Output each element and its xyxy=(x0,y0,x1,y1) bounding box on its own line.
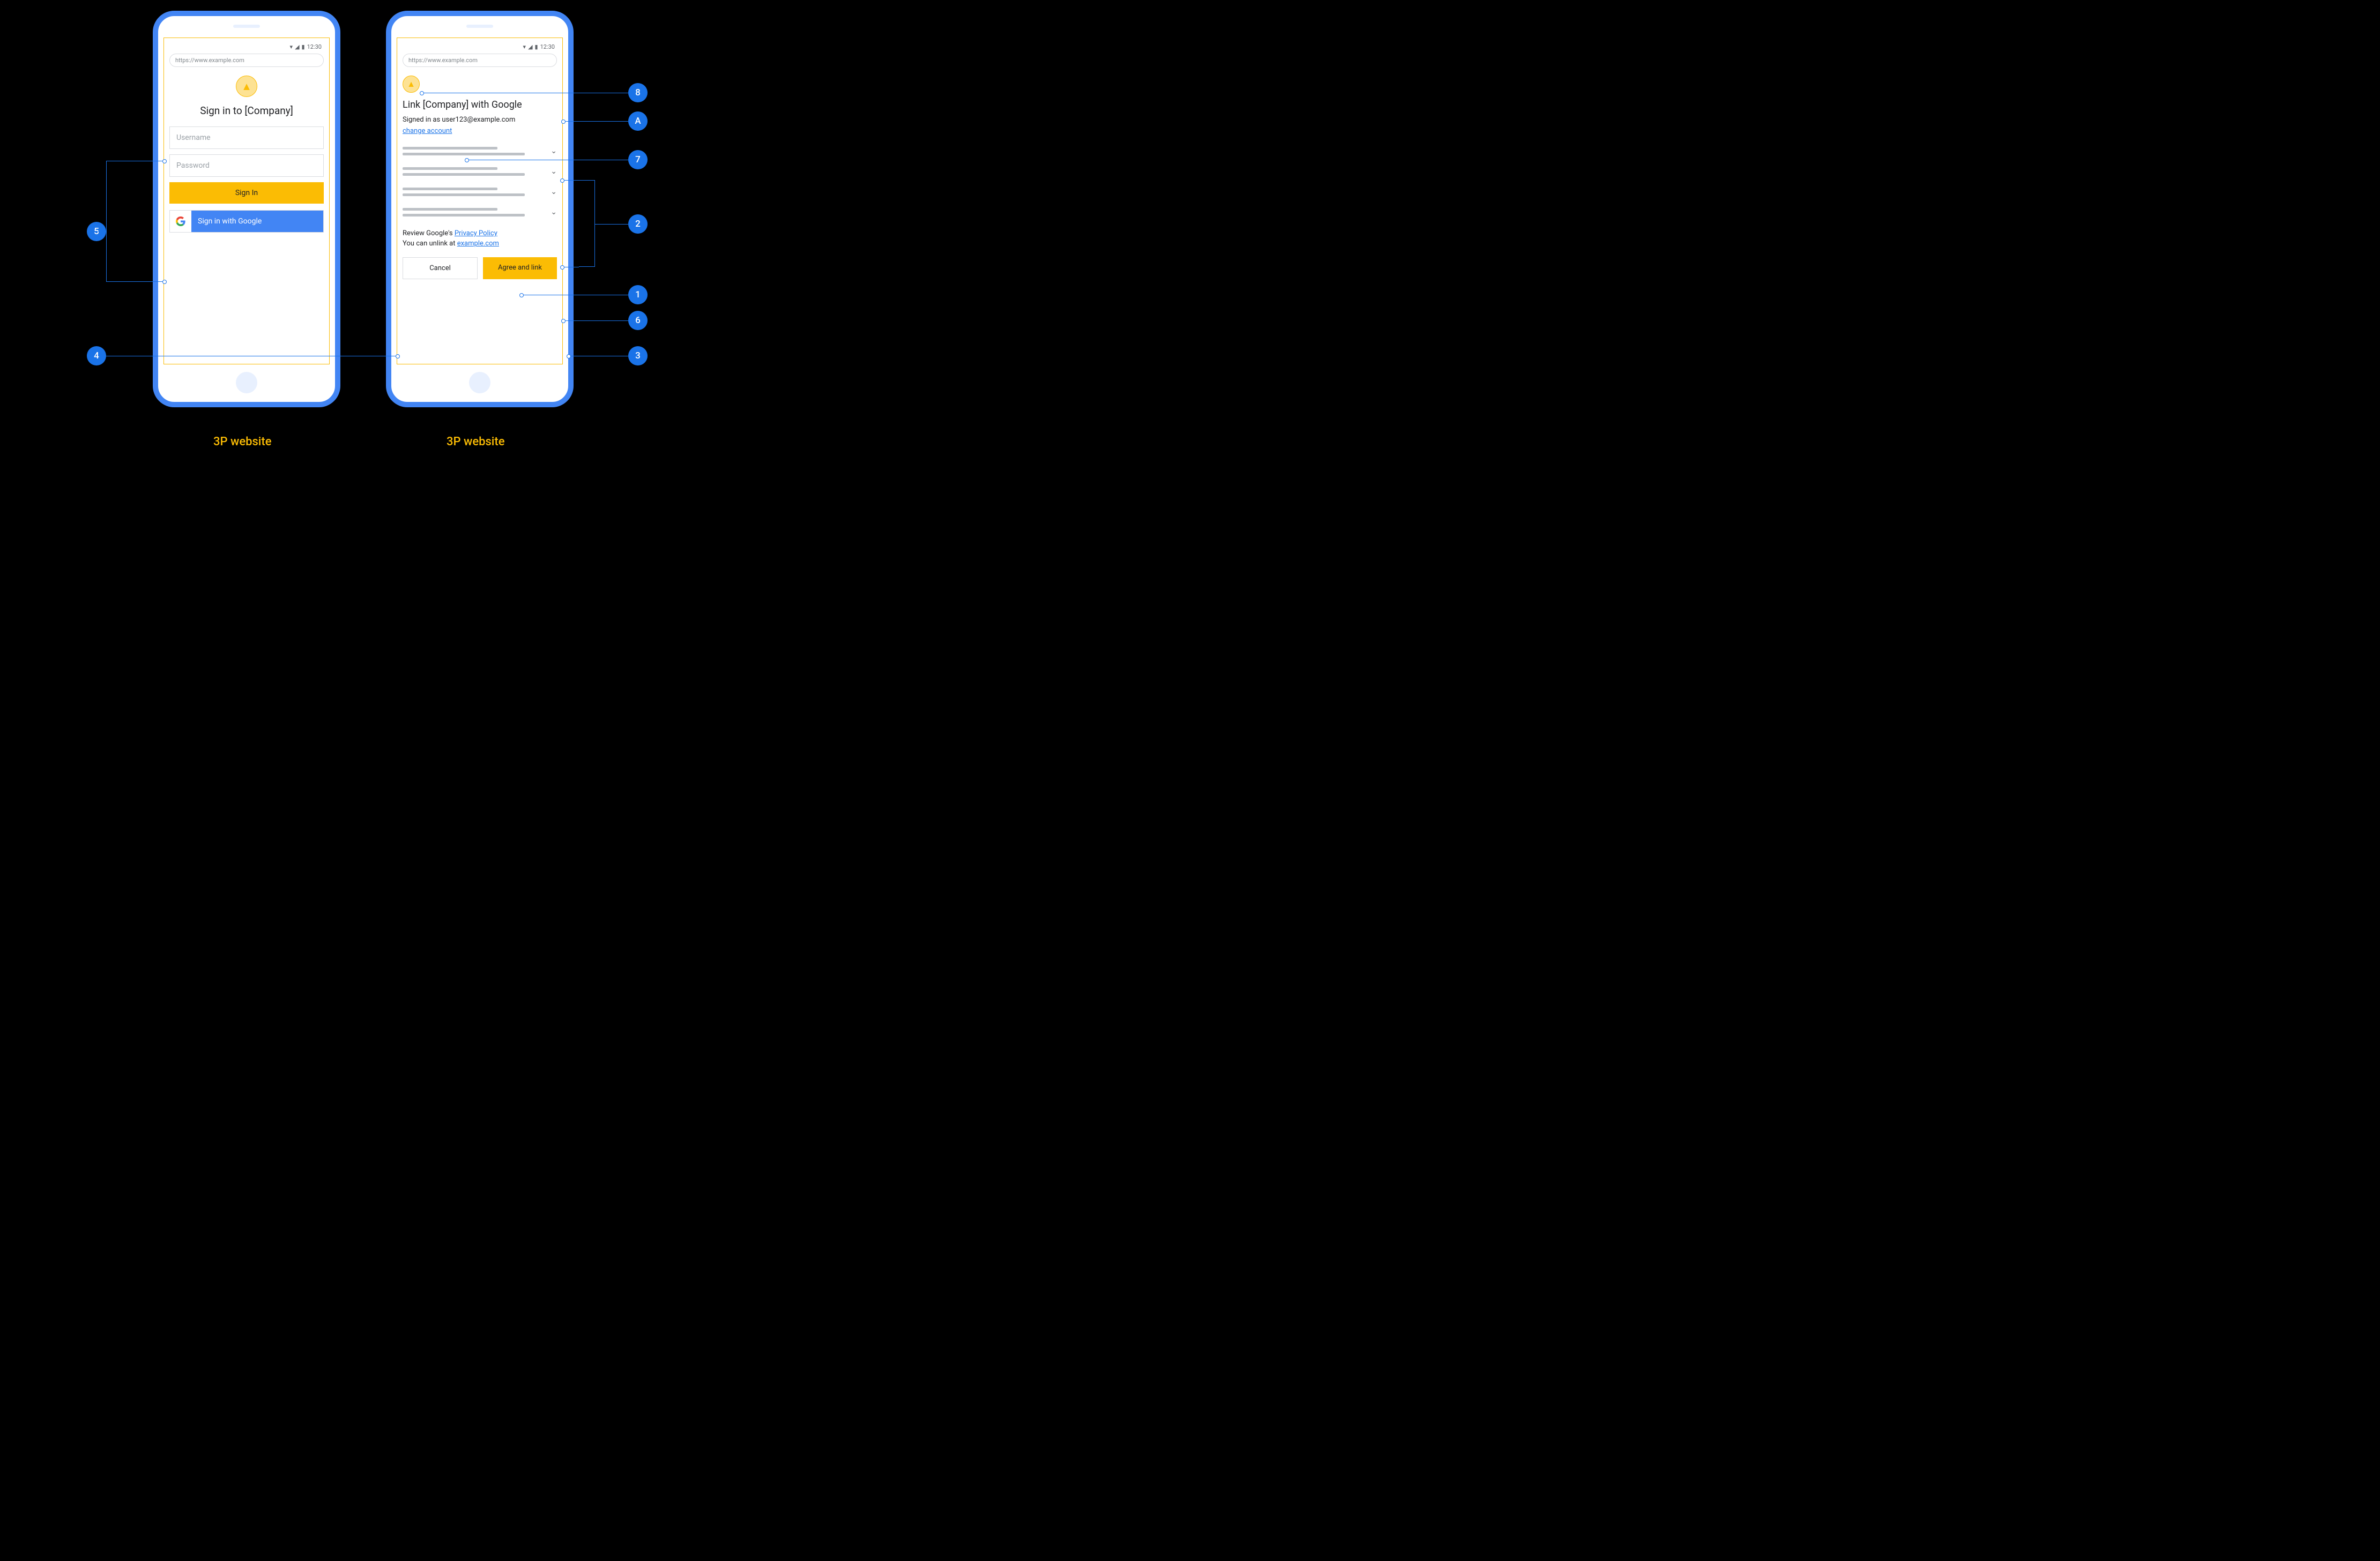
password-field[interactable]: Password xyxy=(169,154,324,177)
chevron-down-icon: ⌄ xyxy=(551,208,557,216)
chevron-down-icon: ⌄ xyxy=(551,147,557,155)
google-g-icon xyxy=(170,211,191,232)
status-bar: ▾ ◢ ▮ 12:30 xyxy=(403,43,557,50)
company-logo-icon: ▲ xyxy=(236,76,257,97)
callout-7: 7 xyxy=(628,150,648,169)
caption-right: 3P website xyxy=(447,435,505,449)
speaker-slot xyxy=(233,25,260,28)
callout-3: 3 xyxy=(628,346,648,365)
signin-title: Sign in to [Company] xyxy=(169,104,324,117)
google-signin-label: Sign in with Google xyxy=(191,211,323,232)
screen-consent: ▾ ◢ ▮ 12:30 https://www.example.com ▲ Li… xyxy=(397,38,563,364)
signal-icon: ◢ xyxy=(528,43,532,50)
consent-title: Link [Company] with Google xyxy=(403,99,557,110)
callout-8: 8 xyxy=(628,83,648,102)
leader-6 xyxy=(563,320,628,321)
leader-5b xyxy=(106,281,165,282)
change-account-link[interactable]: change account xyxy=(403,127,452,135)
unlink-domain-link[interactable]: example.com xyxy=(457,240,499,248)
speaker-slot xyxy=(466,25,493,28)
phone-consent: ▾ ◢ ▮ 12:30 https://www.example.com ▲ Li… xyxy=(386,11,574,407)
cancel-button[interactable]: Cancel xyxy=(403,257,478,279)
username-field[interactable]: Username xyxy=(169,126,324,149)
permission-item[interactable]: ⌄ xyxy=(403,183,557,204)
url-bar[interactable]: https://www.example.com xyxy=(169,54,324,67)
callout-1: 1 xyxy=(628,285,648,304)
callout-2: 2 xyxy=(628,214,648,234)
leader-2a xyxy=(562,180,579,181)
brace-2 xyxy=(579,180,595,267)
leader-5-stub xyxy=(96,231,106,232)
phone-signin: ▾ ◢ ▮ 12:30 https://www.example.com ▲ Si… xyxy=(153,11,340,407)
wifi-icon: ▾ xyxy=(290,43,293,50)
battery-icon: ▮ xyxy=(535,43,538,50)
callout-A: A xyxy=(628,111,648,131)
url-bar[interactable]: https://www.example.com xyxy=(403,54,557,67)
leader-5-vert xyxy=(106,161,107,281)
screen-signin: ▾ ◢ ▮ 12:30 https://www.example.com ▲ Si… xyxy=(163,38,330,364)
leader-2-stub xyxy=(595,224,628,225)
home-button[interactable] xyxy=(469,372,490,393)
callout-6: 6 xyxy=(628,311,648,330)
signed-in-text: Signed in as user123@example.com xyxy=(403,116,557,124)
signal-icon: ◢ xyxy=(295,43,299,50)
unlink-row: You can unlink at example.com xyxy=(403,240,557,248)
agree-button[interactable]: Agree and link xyxy=(483,257,557,279)
leader-A xyxy=(563,121,628,122)
permission-item[interactable]: ⌄ xyxy=(403,204,557,224)
clock: 12:30 xyxy=(307,43,322,50)
battery-icon: ▮ xyxy=(302,43,305,50)
wifi-icon: ▾ xyxy=(523,43,526,50)
clock: 12:30 xyxy=(540,43,555,50)
action-row: Cancel Agree and link xyxy=(403,257,557,279)
google-signin-button[interactable]: Sign in with Google xyxy=(169,210,324,233)
privacy-policy-link[interactable]: Privacy Policy xyxy=(455,229,497,237)
status-bar: ▾ ◢ ▮ 12:30 xyxy=(169,43,324,50)
company-logo-icon: ▲ xyxy=(403,76,420,93)
signin-button[interactable]: Sign In xyxy=(169,182,324,204)
chevron-down-icon: ⌄ xyxy=(551,188,557,196)
chevron-down-icon: ⌄ xyxy=(551,167,557,176)
brand-row: ▲ xyxy=(169,76,324,97)
privacy-row: Review Google's Privacy Policy xyxy=(403,229,557,237)
permission-item[interactable]: ⌄ xyxy=(403,163,557,183)
home-button[interactable] xyxy=(236,372,257,393)
caption-left: 3P website xyxy=(213,435,272,449)
callout-4: 4 xyxy=(87,346,106,365)
permissions-list: ⌄ ⌄ ⌄ ⌄ xyxy=(403,143,557,224)
